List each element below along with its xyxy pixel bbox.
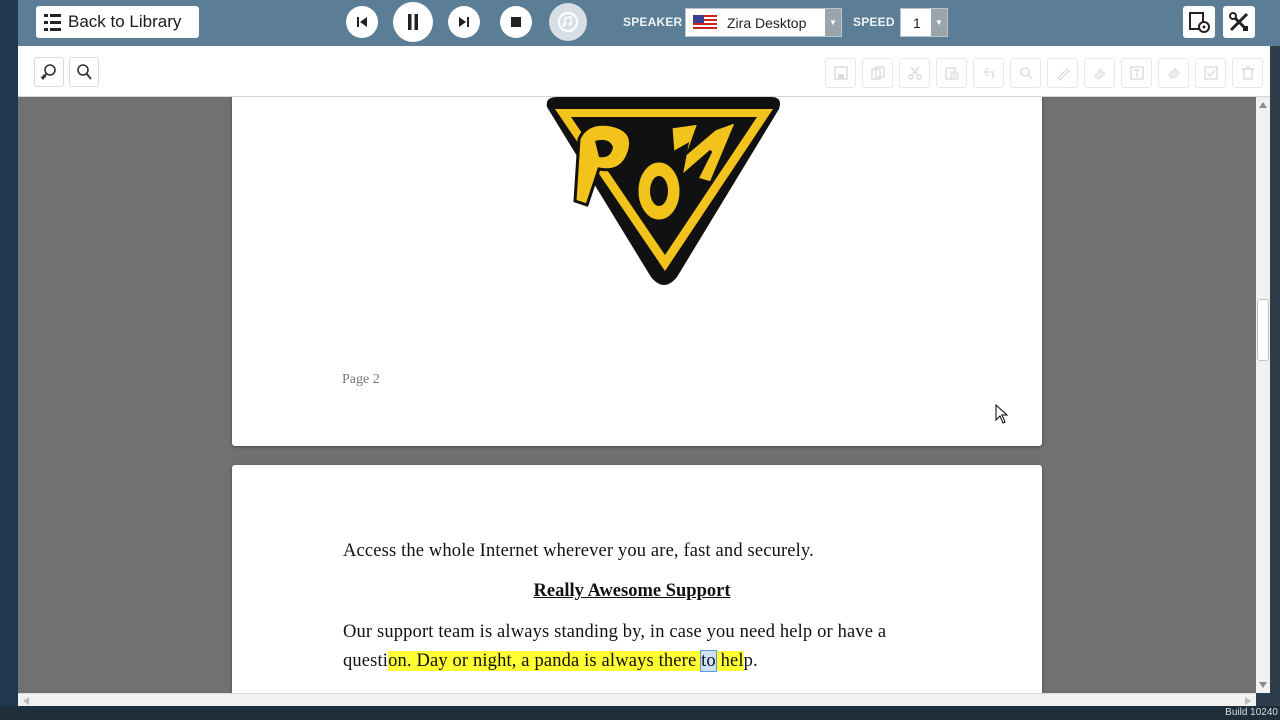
pom-logo <box>546 97 780 285</box>
trash-icon <box>1241 66 1254 80</box>
window-edge <box>0 0 18 720</box>
pause-button[interactable] <box>393 2 433 42</box>
tools-button[interactable] <box>1223 6 1255 38</box>
mouse-cursor-icon <box>995 404 1009 424</box>
edit-text-button[interactable] <box>1047 58 1078 88</box>
paragraph-line: Our support team is always standing by, … <box>343 622 887 642</box>
speaker-select[interactable]: Zira Desktop ▼ <box>685 8 842 37</box>
tools-icon <box>1229 12 1249 32</box>
secondary-toolbar <box>18 46 1280 97</box>
chevron-down-icon: ▼ <box>931 9 947 36</box>
scroll-down-icon[interactable] <box>1259 682 1267 688</box>
scrollbar-thumb[interactable] <box>1257 299 1269 361</box>
us-flag-icon <box>693 15 717 30</box>
speaker-value: Zira Desktop <box>727 14 807 31</box>
paste-icon <box>944 67 958 80</box>
skip-previous-icon <box>357 17 367 27</box>
paragraph-line-reading: question. Day or night, a panda is alway… <box>343 650 758 672</box>
top-toolbar: Back to Library SPEAKER Zira Desktop ▼ S… <box>18 0 1280 46</box>
reading-highlight: on. Day or night, a panda is always ther… <box>388 651 702 671</box>
save-button[interactable] <box>825 58 856 88</box>
reader-settings-button[interactable] <box>1183 6 1215 38</box>
window-edge <box>1270 46 1280 720</box>
document-page-2: Page 2 <box>232 97 1042 446</box>
delete-button[interactable] <box>1232 58 1263 88</box>
zoom-in-icon <box>41 64 56 80</box>
speaker-label: SPEAKER <box>623 15 683 29</box>
vertical-scrollbar[interactable] <box>1256 97 1270 693</box>
copy-icon <box>870 66 885 80</box>
build-number: Build 10240 <box>1225 707 1278 718</box>
stop-button[interactable] <box>500 6 532 38</box>
undo-icon <box>982 67 994 78</box>
stop-icon <box>511 17 521 27</box>
zoom-out-button[interactable] <box>69 57 99 87</box>
chevron-down-icon: ▼ <box>825 9 841 36</box>
text-segment: p. <box>743 651 758 671</box>
save-icon <box>833 66 848 80</box>
checkbox-icon <box>1203 66 1218 80</box>
find-button[interactable] <box>1010 58 1041 88</box>
highlight-button[interactable] <box>1084 58 1115 88</box>
pause-icon <box>408 14 418 30</box>
horizontal-scrollbar[interactable] <box>18 693 1256 706</box>
check-button[interactable] <box>1195 58 1226 88</box>
skip-next-icon <box>459 17 469 27</box>
current-word-highlight: to <box>700 650 717 672</box>
repeat-music-icon <box>558 12 578 32</box>
erase-button[interactable] <box>1158 58 1189 88</box>
cut-button[interactable] <box>899 58 930 88</box>
search-icon <box>1019 67 1033 80</box>
scroll-right-icon[interactable] <box>1245 697 1251 705</box>
back-to-library-button[interactable]: Back to Library <box>36 6 199 38</box>
previous-button[interactable] <box>346 6 378 38</box>
page-number: Page 2 <box>342 372 380 387</box>
repeat-button[interactable] <box>549 3 587 41</box>
bottom-bar: Build 10240 <box>0 706 1280 720</box>
highlighter-icon <box>1093 68 1106 80</box>
screen-settings-icon <box>1189 12 1210 33</box>
back-to-library-label: Back to Library <box>68 12 182 31</box>
section-heading: Really Awesome Support <box>533 581 731 601</box>
undo-button[interactable] <box>973 58 1004 88</box>
text-segment: questi <box>343 651 389 671</box>
eraser-icon <box>1167 68 1180 79</box>
next-button[interactable] <box>448 6 480 38</box>
text-box-button[interactable] <box>1121 58 1152 88</box>
list-icon <box>44 13 61 31</box>
text-box-icon <box>1129 66 1144 80</box>
copy-page-button[interactable] <box>862 58 893 88</box>
paragraph-line: Access the whole Internet wherever you a… <box>343 541 814 561</box>
scissors-icon <box>907 66 922 80</box>
scroll-up-icon[interactable] <box>1259 102 1267 108</box>
speed-select[interactable]: 1 ▼ <box>900 8 948 37</box>
pencil-icon <box>1056 68 1070 81</box>
reading-highlight: hel <box>715 651 744 671</box>
speed-label: SPEED <box>853 15 895 29</box>
reader-app: Back to Library SPEAKER Zira Desktop ▼ S… <box>0 0 1280 720</box>
scroll-left-icon[interactable] <box>23 697 29 705</box>
document-viewport[interactable]: Page 2 Access the whole Internet whereve… <box>18 97 1256 693</box>
paste-button[interactable] <box>936 58 967 88</box>
zoom-in-button[interactable] <box>34 57 64 87</box>
speed-value: 1 <box>913 15 921 31</box>
zoom-out-icon <box>77 64 92 80</box>
document-page-3: Access the whole Internet wherever you a… <box>232 465 1042 693</box>
